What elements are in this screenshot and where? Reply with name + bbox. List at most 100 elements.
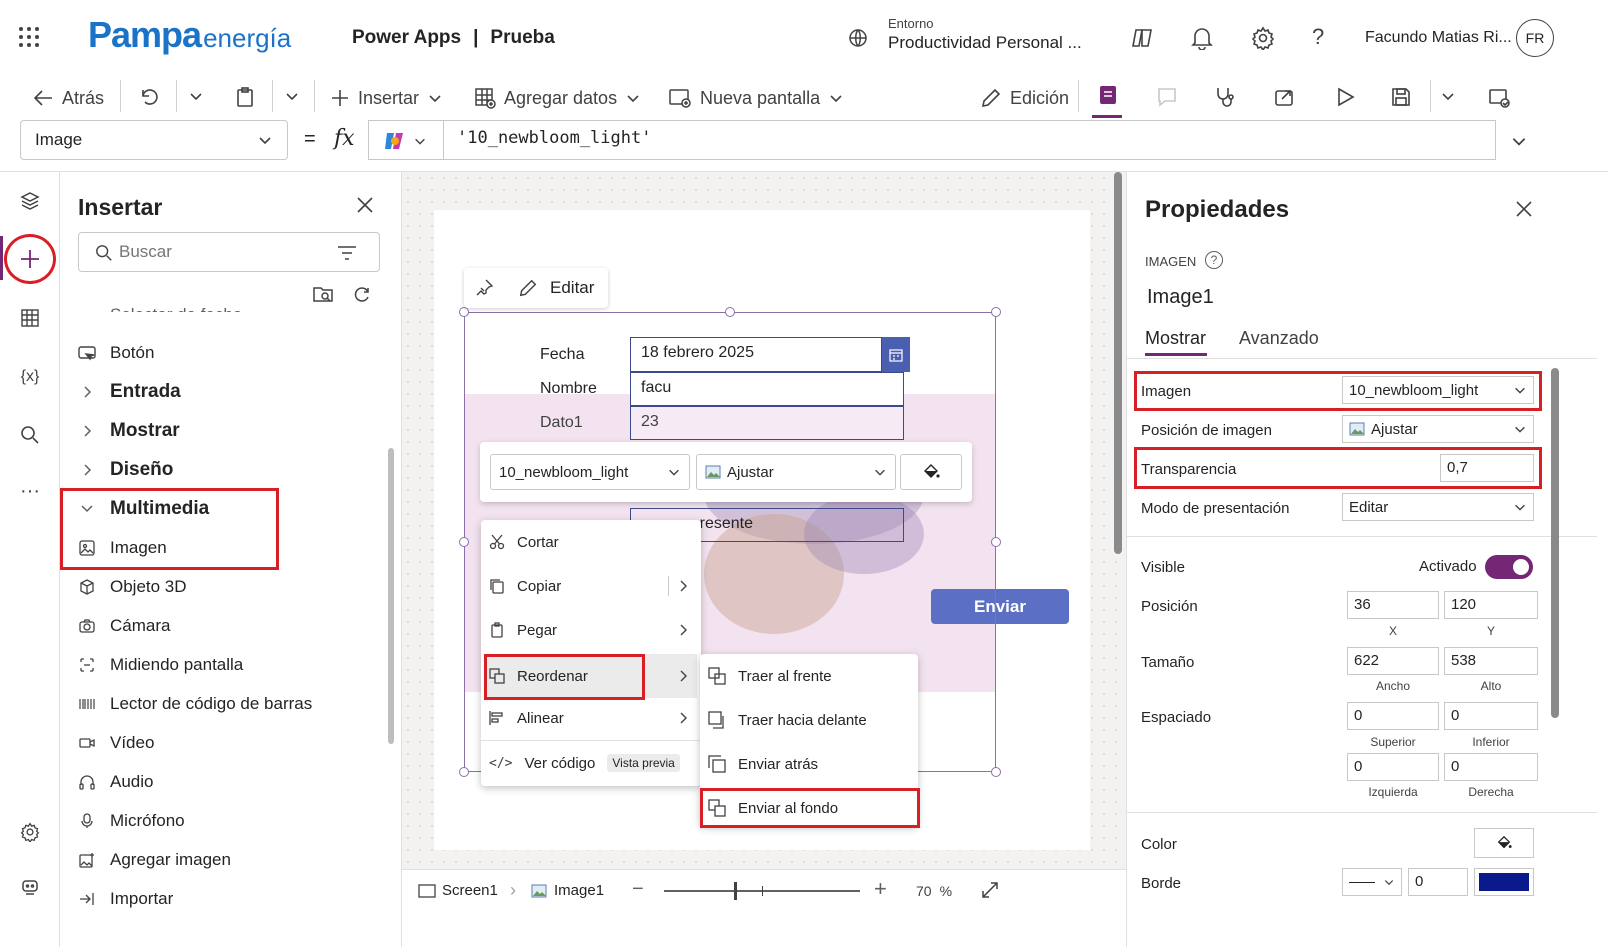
floating-position-dropdown[interactable]: Ajustar bbox=[696, 454, 896, 490]
menu-item-paste[interactable]: Pegar bbox=[489, 612, 689, 648]
position-y-input[interactable]: 120 bbox=[1444, 591, 1538, 619]
menu-item-align[interactable]: Alinear bbox=[489, 700, 689, 736]
width-input[interactable]: 622 bbox=[1347, 647, 1439, 675]
padding-left-input[interactable]: 0 bbox=[1347, 753, 1439, 781]
publish-icon[interactable] bbox=[1488, 86, 1510, 108]
back-button[interactable]: Atrás bbox=[32, 76, 104, 120]
canvas-scrollbar[interactable] bbox=[1114, 172, 1122, 554]
user-name[interactable]: Facundo Matias Ri... bbox=[1365, 29, 1512, 47]
resize-handle[interactable] bbox=[991, 307, 1001, 317]
color-picker-button[interactable] bbox=[1474, 828, 1534, 858]
save-dropdown-chevron-icon[interactable] bbox=[1440, 88, 1456, 104]
formula-value[interactable]: '10_newbloom_light' bbox=[457, 128, 651, 148]
tab-advanced[interactable]: Avanzado bbox=[1239, 328, 1319, 349]
insert-item-camera[interactable]: Cámara bbox=[78, 611, 170, 641]
insert-item-add-picture[interactable]: Agregar imagen bbox=[78, 845, 231, 875]
insert-search-input[interactable] bbox=[119, 239, 319, 265]
copilot-icon[interactable] bbox=[1130, 26, 1154, 50]
zoom-out-icon[interactable]: − bbox=[632, 878, 644, 901]
menu-item-view-code[interactable]: </> Ver código Vista previa bbox=[489, 745, 680, 781]
clipboard-dropdown-chevron-icon[interactable] bbox=[284, 88, 300, 104]
formula-input-box[interactable]: '10_newbloom_light' bbox=[368, 120, 1496, 160]
help-icon[interactable]: ? bbox=[1312, 24, 1324, 50]
zoom-in-icon[interactable]: + bbox=[874, 876, 887, 902]
copilot-formula-button[interactable] bbox=[383, 130, 427, 152]
new-screen-button[interactable]: Nueva pantalla bbox=[668, 76, 844, 120]
play-icon[interactable] bbox=[1334, 86, 1356, 108]
close-insert-panel-icon[interactable] bbox=[356, 196, 374, 214]
notes-icon[interactable] bbox=[1096, 84, 1120, 108]
submenu-bring-forward[interactable]: Traer hacia delante bbox=[708, 702, 867, 738]
property-selector[interactable]: Image bbox=[20, 120, 288, 160]
padding-bottom-input[interactable]: 0 bbox=[1444, 702, 1538, 730]
undo-icon[interactable] bbox=[138, 86, 160, 108]
image-position-dropdown[interactable]: Ajustar bbox=[1342, 415, 1534, 443]
virtual-agent-icon[interactable] bbox=[15, 872, 45, 902]
notifications-icon[interactable] bbox=[1191, 26, 1213, 50]
tree-view-layers-icon[interactable] bbox=[15, 186, 45, 216]
menu-item-copy[interactable]: Copiar bbox=[489, 568, 689, 604]
insert-item-button[interactable]: Botón bbox=[78, 338, 154, 368]
save-icon[interactable] bbox=[1390, 86, 1412, 108]
border-style-dropdown[interactable] bbox=[1342, 868, 1402, 896]
edit-mode-button[interactable]: Edición bbox=[980, 76, 1069, 120]
breadcrumb-screen[interactable]: Screen1 bbox=[418, 882, 498, 899]
resize-handle[interactable] bbox=[459, 767, 469, 777]
clipboard-icon[interactable] bbox=[234, 86, 256, 108]
resize-handle[interactable] bbox=[725, 307, 735, 317]
resize-handle[interactable] bbox=[459, 537, 469, 547]
insert-panel-scrollbar[interactable] bbox=[388, 448, 394, 744]
floating-image-dropdown[interactable]: 10_newbloom_light bbox=[490, 454, 690, 490]
insert-search-box[interactable] bbox=[78, 232, 380, 272]
environment-selector[interactable]: Entorno Productividad Personal ... bbox=[888, 16, 1082, 53]
resize-handle[interactable] bbox=[991, 767, 1001, 777]
resize-handle[interactable] bbox=[459, 307, 469, 317]
height-input[interactable]: 538 bbox=[1444, 647, 1538, 675]
settings-gear-icon[interactable] bbox=[15, 817, 45, 847]
resize-handle[interactable] bbox=[991, 537, 1001, 547]
variables-icon[interactable]: {x} bbox=[15, 362, 45, 392]
control-name[interactable]: Image1 bbox=[1147, 286, 1214, 309]
design-canvas[interactable]: Fecha 18 febrero 2025 Nombre facu Dato1 … bbox=[402, 172, 1126, 869]
fit-to-window-icon[interactable] bbox=[980, 880, 1000, 900]
padding-right-input[interactable]: 0 bbox=[1444, 753, 1538, 781]
submenu-send-backward[interactable]: Enviar atrás bbox=[708, 746, 818, 782]
help-circle-icon[interactable]: ? bbox=[1205, 251, 1223, 269]
edit-quick-action[interactable]: Editar bbox=[550, 278, 594, 298]
insert-group-input[interactable]: Entrada bbox=[78, 377, 181, 407]
breadcrumb-image[interactable]: Image1 bbox=[530, 882, 604, 899]
settings-icon[interactable] bbox=[1251, 26, 1275, 50]
submenu-bring-to-front[interactable]: Traer al frente bbox=[708, 658, 832, 694]
add-data-button[interactable]: Agregar datos bbox=[474, 76, 641, 120]
insert-group-display[interactable]: Mostrar bbox=[78, 416, 180, 446]
properties-scrollbar[interactable] bbox=[1551, 368, 1559, 718]
expand-formula-chevron-icon[interactable] bbox=[1510, 132, 1528, 150]
comments-icon[interactable] bbox=[1156, 86, 1178, 108]
folder-search-icon[interactable] bbox=[312, 284, 334, 304]
insert-button[interactable]: Insertar bbox=[330, 76, 443, 120]
app-checker-icon[interactable] bbox=[1213, 85, 1237, 109]
refresh-icon[interactable] bbox=[352, 284, 372, 304]
insert-item-measuring[interactable]: Midiendo pantalla bbox=[78, 650, 243, 680]
app-name[interactable]: Prueba bbox=[490, 27, 554, 49]
user-avatar[interactable]: FR bbox=[1516, 19, 1554, 57]
insert-item-import[interactable]: Importar bbox=[78, 884, 173, 914]
display-mode-dropdown[interactable]: Editar bbox=[1342, 493, 1534, 521]
padding-top-input[interactable]: 0 bbox=[1347, 702, 1439, 730]
app-launcher-icon[interactable] bbox=[18, 26, 40, 48]
search-icon[interactable] bbox=[15, 420, 45, 450]
insert-item-microphone[interactable]: Micrófono bbox=[78, 806, 185, 836]
visible-toggle[interactable] bbox=[1485, 555, 1533, 579]
insert-item-video[interactable]: Vídeo bbox=[78, 728, 154, 758]
insert-item-audio[interactable]: Audio bbox=[78, 767, 153, 797]
fill-color-button[interactable] bbox=[900, 454, 962, 490]
border-thickness-input[interactable]: 0 bbox=[1408, 868, 1468, 896]
insert-group-layout[interactable]: Diseño bbox=[78, 455, 173, 485]
insert-item-3d-object[interactable]: Objeto 3D bbox=[78, 572, 187, 602]
data-table-icon[interactable] bbox=[15, 303, 45, 333]
zoom-slider-thumb[interactable] bbox=[734, 882, 737, 900]
tab-display[interactable]: Mostrar bbox=[1145, 328, 1206, 349]
share-icon[interactable] bbox=[1273, 86, 1295, 108]
insert-item-barcode[interactable]: Lector de código de barras bbox=[78, 689, 312, 719]
pin-icon[interactable] bbox=[476, 278, 494, 296]
